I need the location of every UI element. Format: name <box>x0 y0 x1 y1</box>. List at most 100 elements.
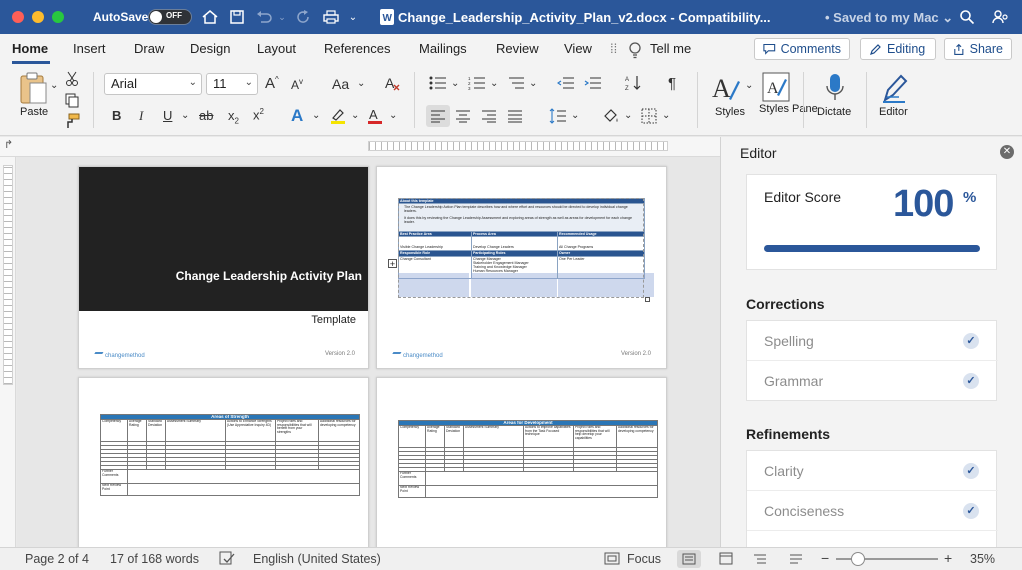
page-count[interactable]: Page 2 of 4 <box>25 552 89 566</box>
correction-spelling[interactable]: Spelling ✓ <box>747 321 998 361</box>
proofing-icon[interactable] <box>219 551 235 569</box>
increase-font-size-icon[interactable]: A^ <box>265 75 279 92</box>
page-template-info[interactable]: About this template The Change Leadershi… <box>376 166 667 369</box>
zoom-slider-handle[interactable] <box>851 552 865 566</box>
customize-toolbar-icon[interactable]: ⌄ <box>346 6 360 28</box>
chevron-down-icon[interactable]: ⌄ <box>451 78 459 89</box>
tab-review[interactable]: Review <box>496 41 539 56</box>
close-icon[interactable]: ✕ <box>1000 145 1014 159</box>
minimize-window-button[interactable] <box>32 11 44 23</box>
web-layout-view-icon[interactable] <box>719 552 733 568</box>
highlight-color-icon[interactable] <box>329 106 347 126</box>
tab-layout[interactable]: Layout <box>257 41 296 56</box>
language-indicator[interactable]: English (United States) <box>253 552 381 566</box>
saved-status[interactable]: • Saved to my Mac ⌄ <box>825 10 953 26</box>
styles-gallery-button[interactable]: A <box>710 70 742 106</box>
copy-icon[interactable] <box>62 91 82 109</box>
align-left-icon[interactable] <box>426 105 450 127</box>
tab-home[interactable]: Home <box>12 41 48 56</box>
undo-icon[interactable] <box>254 6 274 28</box>
chevron-down-icon[interactable]: ⌄ <box>662 110 670 121</box>
redo-icon[interactable] <box>293 6 313 28</box>
align-right-icon[interactable] <box>479 107 499 125</box>
zoom-in-icon[interactable]: + <box>944 550 952 566</box>
tell-me-search[interactable]: Tell me <box>650 41 691 56</box>
chevron-down-icon[interactable]: ⌄ <box>571 110 579 121</box>
chevron-down-icon[interactable]: ⌄ <box>181 110 189 121</box>
font-color-icon[interactable]: A <box>366 106 384 126</box>
print-icon[interactable] <box>320 6 342 28</box>
line-spacing-icon[interactable] <box>548 106 568 126</box>
word-count[interactable]: 17 of 168 words <box>110 552 199 566</box>
italic-icon[interactable]: I <box>139 108 143 124</box>
home-icon[interactable] <box>200 6 220 28</box>
editor-button[interactable] <box>877 70 911 106</box>
tab-stop-selector-icon[interactable]: ↱ <box>4 138 13 151</box>
clear-formatting-icon[interactable]: A <box>383 74 403 94</box>
zoom-window-button[interactable] <box>52 11 64 23</box>
chevron-down-icon[interactable]: ⌄ <box>312 110 320 121</box>
table-move-handle-icon[interactable]: + <box>388 259 397 269</box>
dictate-button[interactable] <box>820 70 850 106</box>
underline-icon[interactable]: U <box>163 108 172 123</box>
areas-for-development-table[interactable]: Areas for Development Competency Average… <box>397 420 659 498</box>
font-size-dropdown[interactable]: 11 ⌄ <box>206 73 258 95</box>
decrease-indent-icon[interactable] <box>556 74 576 92</box>
numbering-icon[interactable]: 123 <box>467 74 487 92</box>
tab-design[interactable]: Design <box>190 41 230 56</box>
undo-dropdown-icon[interactable]: ⌄ <box>276 6 288 28</box>
save-icon[interactable] <box>227 6 247 28</box>
refinement-clarity[interactable]: Clarity ✓ <box>747 451 998 491</box>
tab-overflow-icon[interactable]: ⁞⁞ <box>610 41 617 56</box>
sort-icon[interactable]: AZ <box>624 73 644 93</box>
text-effects-icon[interactable]: A <box>291 106 303 126</box>
zoom-level[interactable]: 35% <box>970 552 995 566</box>
chevron-down-icon[interactable]: ⌄ <box>745 80 753 91</box>
tab-view[interactable]: View <box>564 41 592 56</box>
refinement-conciseness[interactable]: Conciseness ✓ <box>747 491 998 531</box>
table-resize-handle[interactable] <box>645 297 650 302</box>
multilevel-list-icon[interactable] <box>506 74 526 92</box>
paste-button[interactable] <box>16 70 50 106</box>
correction-grammar[interactable]: Grammar ✓ <box>747 361 998 401</box>
focus-icon[interactable] <box>604 552 620 568</box>
font-name-dropdown[interactable]: Arial ⌄ <box>104 73 202 95</box>
tab-draw[interactable]: Draw <box>134 41 164 56</box>
chevron-down-icon[interactable]: ⌄ <box>490 78 498 89</box>
document-canvas[interactable]: Change Leadership Activity Plan Template… <box>17 157 720 547</box>
strikethrough-icon[interactable]: ab <box>199 108 213 123</box>
chevron-down-icon[interactable]: ⌄ <box>529 78 537 89</box>
focus-mode-button[interactable]: Focus <box>627 552 661 566</box>
autosave-toggle[interactable]: OFF <box>148 9 192 25</box>
increase-indent-icon[interactable] <box>583 74 603 92</box>
superscript-icon[interactable]: x2 <box>253 107 264 122</box>
format-painter-icon[interactable] <box>62 112 82 130</box>
tab-insert[interactable]: Insert <box>73 41 106 56</box>
change-case-icon[interactable]: Aa <box>332 76 349 92</box>
ruler-scale[interactable] <box>3 165 13 385</box>
decrease-font-size-icon[interactable]: Av <box>291 77 303 92</box>
areas-of-strength-table[interactable]: Areas of Strength Competency Average Rat… <box>99 414 361 496</box>
draft-view-icon[interactable] <box>789 553 803 568</box>
chevron-down-icon[interactable]: ⌄ <box>351 110 359 121</box>
search-icon[interactable] <box>957 6 977 28</box>
close-window-button[interactable] <box>12 11 24 23</box>
chevron-down-icon[interactable]: ⌄ <box>389 110 397 121</box>
styles-pane-button[interactable]: A <box>760 70 792 104</box>
account-icon[interactable] <box>990 6 1010 28</box>
outline-view-icon[interactable] <box>753 553 767 568</box>
chevron-down-icon[interactable]: ⌄ <box>624 110 632 121</box>
page-areas-of-strength[interactable]: Areas of Strength Competency Average Rat… <box>78 377 369 547</box>
ruler-scale[interactable] <box>368 141 668 151</box>
editing-mode-button[interactable]: Editing <box>860 38 936 60</box>
share-button[interactable]: Share <box>944 38 1012 60</box>
comments-button[interactable]: Comments <box>754 38 850 60</box>
tab-mailings[interactable]: Mailings <box>419 41 467 56</box>
align-center-icon[interactable] <box>453 107 473 125</box>
bold-icon[interactable]: B <box>112 108 121 123</box>
page-cover[interactable]: Change Leadership Activity Plan Template… <box>78 166 369 369</box>
chevron-down-icon[interactable]: ⌄ <box>357 78 365 89</box>
justify-icon[interactable] <box>505 107 525 125</box>
subscript-icon[interactable]: x2 <box>228 108 239 126</box>
tab-references[interactable]: References <box>324 41 390 56</box>
